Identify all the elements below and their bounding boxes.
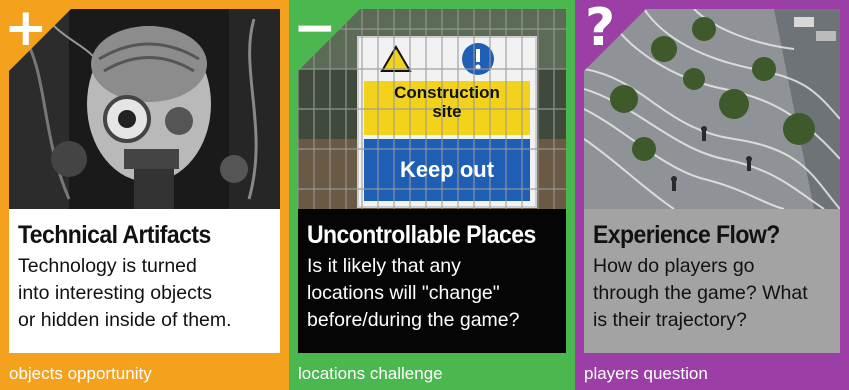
card-tag: objects opportunity xyxy=(9,364,152,383)
card-description: Technology is turned into interesting ob… xyxy=(18,255,232,331)
question-mark-icon: ? xyxy=(585,0,616,58)
card-experience-flow: ? Experience Flow? How do players go thr… xyxy=(575,0,849,390)
sign-top-text: Construction site xyxy=(394,83,500,121)
card-description: Is it likely that any locations will "ch… xyxy=(307,255,520,331)
corner-badge: + xyxy=(0,0,80,80)
card-text-panel: Uncontrollable Places Is it likely that … xyxy=(298,209,566,353)
sign-bottom-text: Keep out xyxy=(399,157,495,182)
card-tag: players question xyxy=(584,364,708,383)
card-title: Experience Flow? xyxy=(593,221,780,249)
corner-badge: − xyxy=(289,0,369,80)
card-text-panel: Experience Flow? How do players go throu… xyxy=(584,209,840,353)
corner-badge: ? xyxy=(575,0,655,80)
card-title: Technical Artifacts xyxy=(18,221,211,249)
card-tag: locations challenge xyxy=(298,364,443,383)
minus-icon: − xyxy=(293,0,337,58)
card-description: How do players go through the game? What… xyxy=(593,255,808,331)
plus-icon: + xyxy=(4,0,48,58)
card-text-panel: Technical Artifacts Technology is turned… xyxy=(9,209,280,353)
card-uncontrollable-places: Construction site Keep out − Uncontrolla… xyxy=(289,0,575,390)
card-title: Uncontrollable Places xyxy=(307,221,536,249)
card-technical-artifacts: + Technical Artifacts Technology is turn… xyxy=(0,0,289,390)
